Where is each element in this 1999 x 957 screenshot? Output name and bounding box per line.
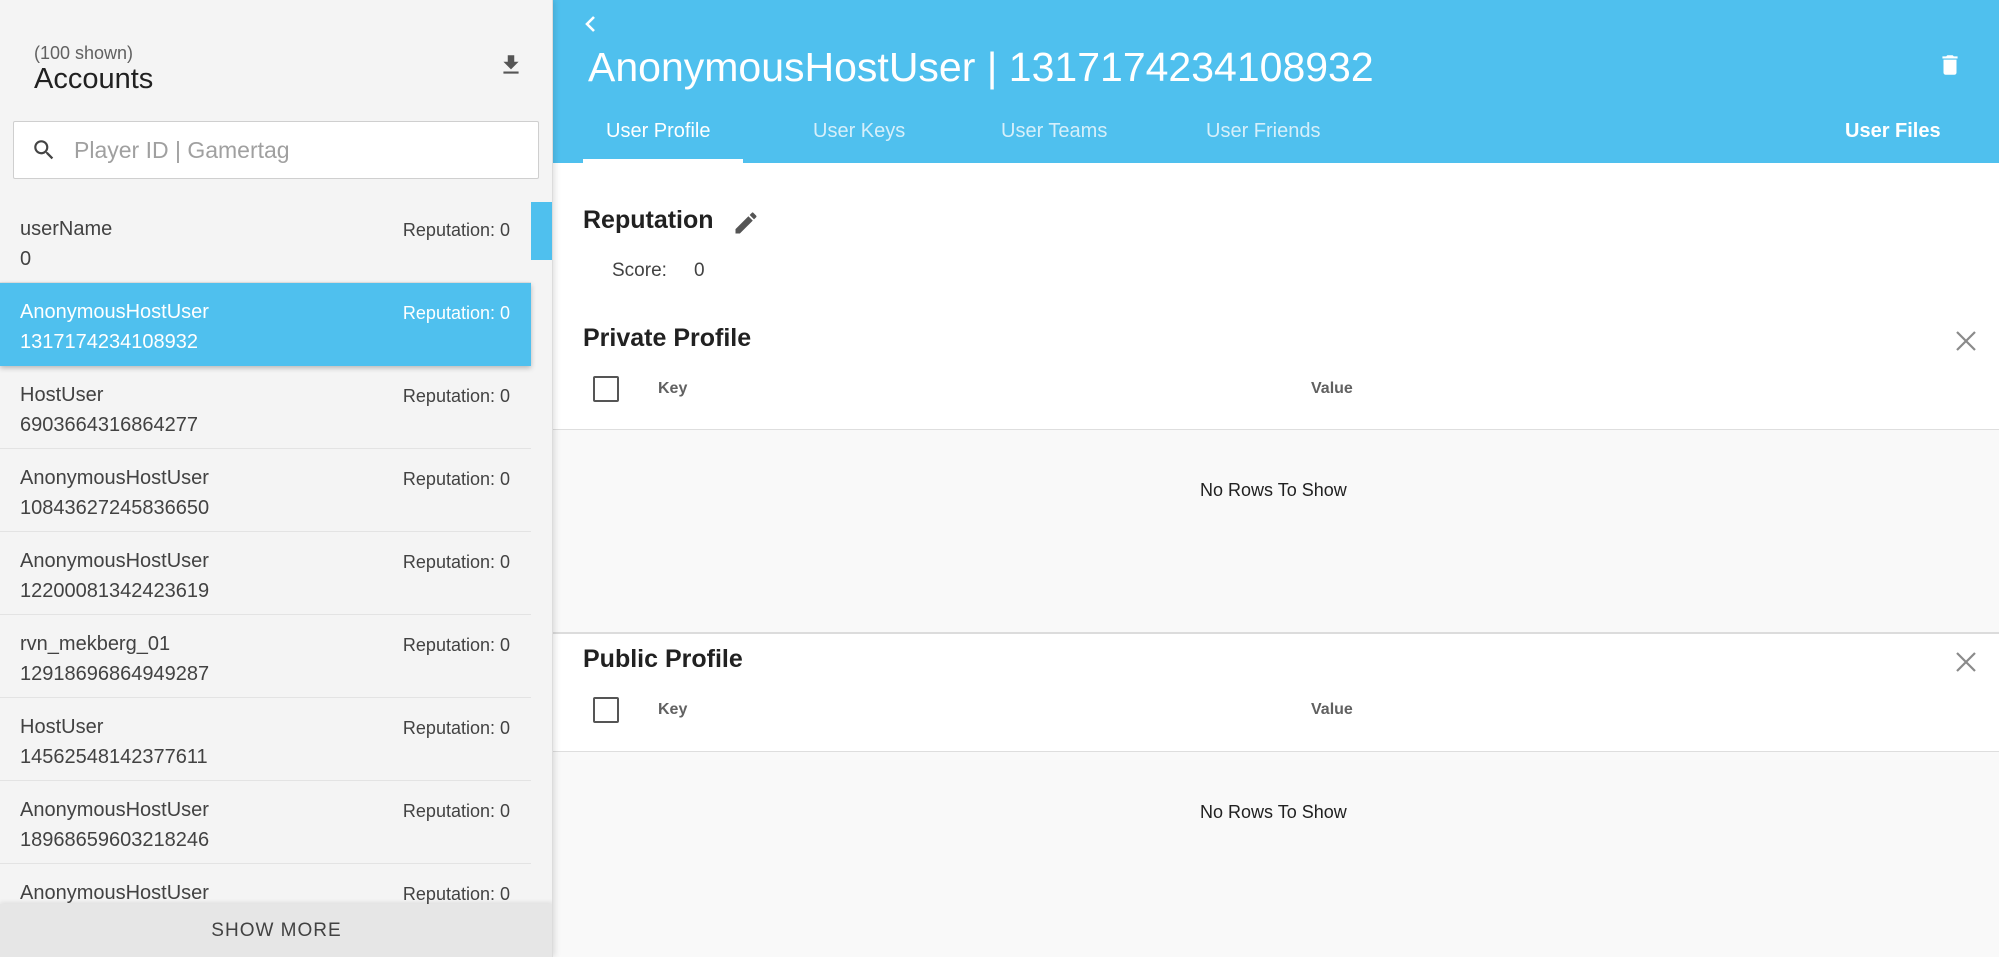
download-icon bbox=[503, 55, 519, 74]
accounts-header: (100 shown) Accounts bbox=[34, 43, 153, 95]
account-id: 12200081342423619 bbox=[20, 580, 210, 602]
edit-reputation-button[interactable] bbox=[729, 206, 763, 240]
account-id: 6903664316864277 bbox=[20, 414, 198, 436]
account-name: AnonymousHostUser bbox=[20, 799, 209, 821]
account-reputation: Reputation: 0 bbox=[402, 801, 510, 821]
divider bbox=[553, 429, 1999, 430]
public-profile-select-all-checkbox[interactable] bbox=[593, 697, 619, 723]
list-item[interactable]: userName Reputation: 0 0 bbox=[0, 200, 531, 283]
account-name: AnonymousHostUser bbox=[20, 550, 209, 572]
public-profile-col-value[interactable]: Value bbox=[1311, 701, 1353, 719]
back-button[interactable] bbox=[579, 12, 603, 36]
account-id: 10843627245836650 bbox=[20, 497, 210, 519]
divider bbox=[553, 751, 1999, 752]
account-name: HostUser bbox=[20, 384, 104, 406]
account-reputation: Reputation: 0 bbox=[402, 303, 510, 323]
account-name: AnonymousHostUser bbox=[20, 301, 209, 323]
account-name: userName bbox=[20, 218, 113, 240]
list-item[interactable]: AnonymousHostUser Reputation: 0 18968659… bbox=[0, 781, 531, 864]
private-profile-title: Private Profile bbox=[583, 324, 752, 352]
tab-user-keys[interactable]: User Keys bbox=[813, 120, 905, 143]
account-name: AnonymousHostUser bbox=[20, 467, 209, 489]
private-profile-panel: Private Profile Key Value No Rows To Sho… bbox=[553, 318, 1999, 632]
search-input[interactable] bbox=[74, 136, 514, 164]
private-profile-close-button[interactable] bbox=[1953, 328, 1979, 354]
close-icon bbox=[1956, 331, 1976, 351]
delete-button[interactable] bbox=[1935, 48, 1965, 82]
close-icon bbox=[1956, 652, 1976, 672]
account-reputation: Reputation: 0 bbox=[402, 469, 510, 489]
accounts-sidebar: (100 shown) Accounts userName Reputation… bbox=[0, 0, 553, 957]
divider bbox=[553, 632, 1999, 634]
public-profile-empty-text: No Rows To Show bbox=[1200, 802, 1347, 822]
account-id: 1317174234108932 bbox=[20, 331, 198, 353]
public-profile-col-key[interactable]: Key bbox=[658, 701, 687, 719]
download-button[interactable] bbox=[494, 48, 528, 82]
pencil-icon bbox=[735, 212, 757, 234]
private-profile-col-key[interactable]: Key bbox=[658, 380, 687, 398]
list-item-selected[interactable]: AnonymousHostUser Reputation: 0 13171742… bbox=[0, 283, 531, 366]
account-reputation: Reputation: 0 bbox=[402, 635, 510, 655]
public-profile-close-button[interactable] bbox=[1953, 649, 1979, 675]
reputation-title: Reputation bbox=[583, 206, 714, 234]
private-profile-empty-text: No Rows To Show bbox=[1200, 480, 1347, 500]
detail-header: AnonymousHostUser | 1317174234108932 Use… bbox=[553, 0, 1999, 163]
private-profile-col-value[interactable]: Value bbox=[1311, 380, 1353, 398]
page-title: AnonymousHostUser | 1317174234108932 bbox=[588, 44, 1374, 90]
account-reputation: Reputation: 0 bbox=[402, 386, 510, 406]
account-id: 18968659603218246 bbox=[20, 829, 210, 851]
search-icon bbox=[14, 137, 74, 163]
list-scrollbar-thumb[interactable] bbox=[531, 202, 552, 260]
list-item[interactable]: AnonymousHostUser Reputation: 0 10843627… bbox=[0, 449, 531, 532]
public-profile-grid-body bbox=[553, 752, 1999, 957]
list-item[interactable]: rvn_mekberg_01 Reputation: 0 12918696864… bbox=[0, 615, 531, 698]
account-list: userName Reputation: 0 0 AnonymousHostUs… bbox=[0, 200, 531, 947]
search-box bbox=[13, 121, 539, 179]
tab-user-friends[interactable]: User Friends bbox=[1206, 120, 1320, 143]
account-name: AnonymousHostUser bbox=[20, 882, 209, 904]
list-item[interactable]: AnonymousHostUser Reputation: 0 12200081… bbox=[0, 532, 531, 615]
public-profile-title: Public Profile bbox=[583, 645, 743, 673]
account-reputation: Reputation: 0 bbox=[402, 718, 510, 738]
score-label: Score: bbox=[612, 260, 667, 281]
private-profile-grid-body bbox=[553, 430, 1999, 632]
private-profile-select-all-checkbox[interactable] bbox=[593, 376, 619, 402]
active-tab-indicator bbox=[583, 159, 743, 163]
account-reputation: Reputation: 0 bbox=[402, 552, 510, 572]
score-value: 0 bbox=[694, 260, 705, 281]
list-item[interactable]: HostUser Reputation: 0 14562548142377611 bbox=[0, 698, 531, 781]
public-profile-panel: Public Profile Key Value No Rows To Show bbox=[553, 640, 1999, 957]
account-reputation: Reputation: 0 bbox=[402, 884, 510, 904]
account-id: 14562548142377611 bbox=[20, 746, 208, 768]
account-reputation: Reputation: 0 bbox=[402, 220, 510, 240]
account-id: 0 bbox=[20, 248, 32, 270]
accounts-title: Accounts bbox=[34, 63, 154, 95]
trash-icon bbox=[1942, 55, 1958, 75]
show-more-button[interactable]: SHOW MORE bbox=[0, 904, 552, 957]
tab-user-files[interactable]: User Files bbox=[1845, 120, 1941, 143]
tab-user-profile[interactable]: User Profile bbox=[606, 120, 710, 143]
account-name: HostUser bbox=[20, 716, 104, 738]
chevron-left-icon bbox=[585, 16, 595, 32]
account-name: rvn_mekberg_01 bbox=[20, 633, 171, 655]
list-item[interactable]: HostUser Reputation: 0 6903664316864277 bbox=[0, 366, 531, 449]
accounts-count: (100 shown) bbox=[34, 43, 134, 63]
account-id: 12918696864949287 bbox=[20, 663, 210, 685]
tab-user-teams[interactable]: User Teams bbox=[1001, 120, 1107, 143]
account-detail: AnonymousHostUser | 1317174234108932 Use… bbox=[553, 0, 1999, 957]
